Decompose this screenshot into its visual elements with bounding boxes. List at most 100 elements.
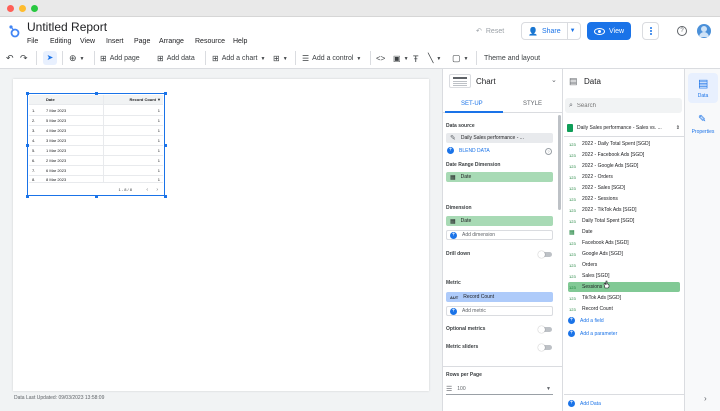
add-data-button[interactable]: ⊞ Add data [157,53,195,64]
table-chart-type-icon[interactable] [449,74,471,88]
add-chart-button[interactable]: ⊞ Add a chart ▼ [212,53,265,64]
chevron-right-icon[interactable]: › [704,394,707,403]
field-item-selected[interactable]: 123 Sessions [568,282,680,292]
optional-metrics-toggle[interactable] [538,326,552,333]
menu-editing[interactable]: Editing [50,38,71,45]
add-parameter-button[interactable]: + Add a parameter [568,330,617,337]
add-person-icon: 👤 [528,26,538,36]
chevron-down-icon[interactable]: ▼ [570,28,576,34]
field-item[interactable]: 123 2022 - Sales [SGD] [568,183,680,193]
metric-chip[interactable]: AUT Record Count [446,292,553,302]
shape-icon[interactable]: ▢ ▼ [452,53,468,64]
search-input[interactable] [576,102,667,109]
scrollbar[interactable] [558,115,561,210]
looker-studio-logo-icon[interactable] [8,24,21,38]
collapse-chevron-icon[interactable]: ⌄ [551,76,557,84]
menu-view[interactable]: View [80,38,95,45]
resize-handle[interactable] [95,92,98,95]
add-page-button[interactable]: ⊞ Add page [100,53,140,64]
field-item[interactable]: 123 Daily Total Spent [SGD] [568,216,680,226]
menu-page[interactable]: Page [134,38,150,45]
field-item[interactable]: 123 2022 - Orders [568,172,680,182]
optional-metrics-label: Optional metrics [446,326,486,332]
metric-sliders-toggle[interactable] [538,344,552,351]
rail-data-button[interactable]: ▤ Data [688,73,718,103]
field-item[interactable]: 123 Google Ads [SGD] [568,249,680,259]
community-viz-icon[interactable]: ⊞ ▼ [273,53,288,64]
share-button[interactable]: 👤 Share ▼ [521,22,581,40]
previous-page-icon[interactable]: ‹ [146,187,148,193]
data-panel-title: Data [584,77,601,86]
field-item[interactable]: 123 2022 - Facebook Ads [SGD] [568,150,680,160]
table-chart[interactable]: Date Record Count ▼ 1. 7 Mar 2023 1 2. 5 Ma… [27,93,165,196]
date-range-chip[interactable]: ▦ Date [446,172,553,182]
avatar[interactable] [697,24,711,38]
data-source-chip[interactable]: ✎ Daily Sales performance - ... [446,133,553,143]
add-dimension-button[interactable]: + Add dimension [446,230,553,240]
drill-down-toggle[interactable] [538,251,552,258]
menu-help[interactable]: Help [233,38,247,45]
menu-resource[interactable]: Resource [195,38,225,45]
theme-and-layout-button[interactable]: Theme and layout [484,53,540,64]
data-source-selector[interactable]: Daily Sales performance - Sales vs. ... … [567,123,682,133]
resize-handle[interactable] [95,195,98,198]
hand-cursor-icon [603,280,610,289]
resize-handle[interactable] [26,144,29,147]
embed-code-icon[interactable]: <> [376,53,385,64]
menu-file[interactable]: File [27,38,38,45]
text-icon[interactable]: Ŧ [413,53,419,64]
report-title[interactable]: Untitled Report [27,20,107,34]
field-item[interactable]: 123 2022 - TikTok Ads [SGD] [568,205,680,215]
sort-down-icon[interactable]: ▼ [157,97,161,102]
select-cursor-icon[interactable]: ➤ [43,51,57,65]
add-data-button[interactable]: + Add Data [568,400,601,407]
field-item[interactable]: 123 2022 - Google Ads [SGD] [568,161,680,171]
tab-style[interactable]: STYLE [523,101,542,107]
rail-properties-button[interactable]: ✎ Properties [688,111,718,139]
help-icon[interactable]: ? [545,148,552,155]
field-item[interactable]: 123 2022 - Sessions [568,194,680,204]
reset-button[interactable]: ↶ Reset [476,27,504,36]
tab-setup[interactable]: SET-UP [461,101,483,107]
dimension-label: Dimension [446,205,472,211]
view-button[interactable]: View [587,22,631,40]
eye-icon [593,27,605,35]
resize-handle[interactable] [26,195,29,198]
field-item[interactable]: 123 Facebook Ads [SGD] [568,238,680,248]
maximize-window-button[interactable] [31,5,38,12]
next-page-icon[interactable]: › [156,187,158,193]
resize-handle[interactable] [164,92,167,95]
zoom-icon[interactable]: ⊕ ▼ [69,53,85,64]
close-window-button[interactable] [7,5,14,12]
undo-icon[interactable]: ↶ [6,53,14,64]
add-metric-button[interactable]: + Add metric [446,306,553,316]
resize-handle[interactable] [164,195,167,198]
field-item[interactable]: ▦ Date [568,227,680,237]
field-item[interactable]: 123 Sales [SGD] [568,271,680,281]
field-item[interactable]: 123 Record Count [568,304,680,314]
image-icon[interactable]: ▣ ▼ [393,53,409,64]
dimension-chip[interactable]: ▦ Date [446,216,553,226]
resize-handle[interactable] [164,144,167,147]
field-item[interactable]: 123 2022 - Daily Total Spent [SGD] [568,139,680,149]
plus-icon: + [568,317,575,324]
redo-icon[interactable]: ↷ [20,53,28,64]
table-row: 5. 1 Mar 2023 1 [29,146,163,156]
line-icon[interactable]: ╲ ▼ [428,53,441,64]
field-item[interactable]: 123 TikTok Ads [SGD] [568,293,680,303]
add-field-button[interactable]: + Add a field [568,317,604,324]
resize-handle[interactable] [26,92,29,95]
edit-pencil-icon[interactable]: ✎ [450,134,456,142]
rows-per-page-select[interactable]: ☰ 100 ▼ [446,383,553,395]
menu-insert[interactable]: Insert [106,38,124,45]
plus-icon: + [447,147,454,154]
add-control-button[interactable]: ☰ Add a control ▼ [302,53,361,64]
metric-label: Metric [446,280,461,286]
menu-arrange[interactable]: Arrange [159,38,184,45]
help-icon[interactable]: ? [677,26,687,36]
field-item[interactable]: 123 Orders [568,260,680,270]
more-options-icon[interactable] [642,22,659,40]
search-field[interactable]: ⌕ [565,98,682,113]
minimize-window-button[interactable] [19,5,26,12]
blend-data-button[interactable]: + BLEND DATA [447,147,490,154]
